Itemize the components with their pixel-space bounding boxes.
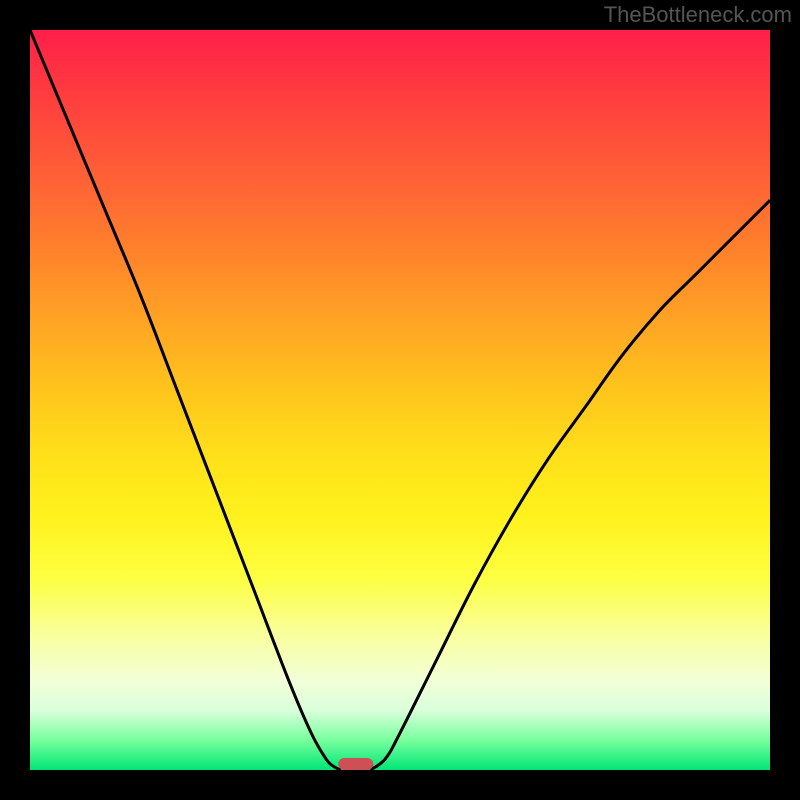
- watermark-text: TheBottleneck.com: [604, 2, 792, 28]
- chart-plot-area: [30, 30, 770, 770]
- curve-left-branch: [30, 30, 341, 770]
- curve-right-branch: [370, 200, 770, 770]
- bottleneck-curve: [30, 30, 770, 770]
- optimal-marker: [338, 758, 374, 770]
